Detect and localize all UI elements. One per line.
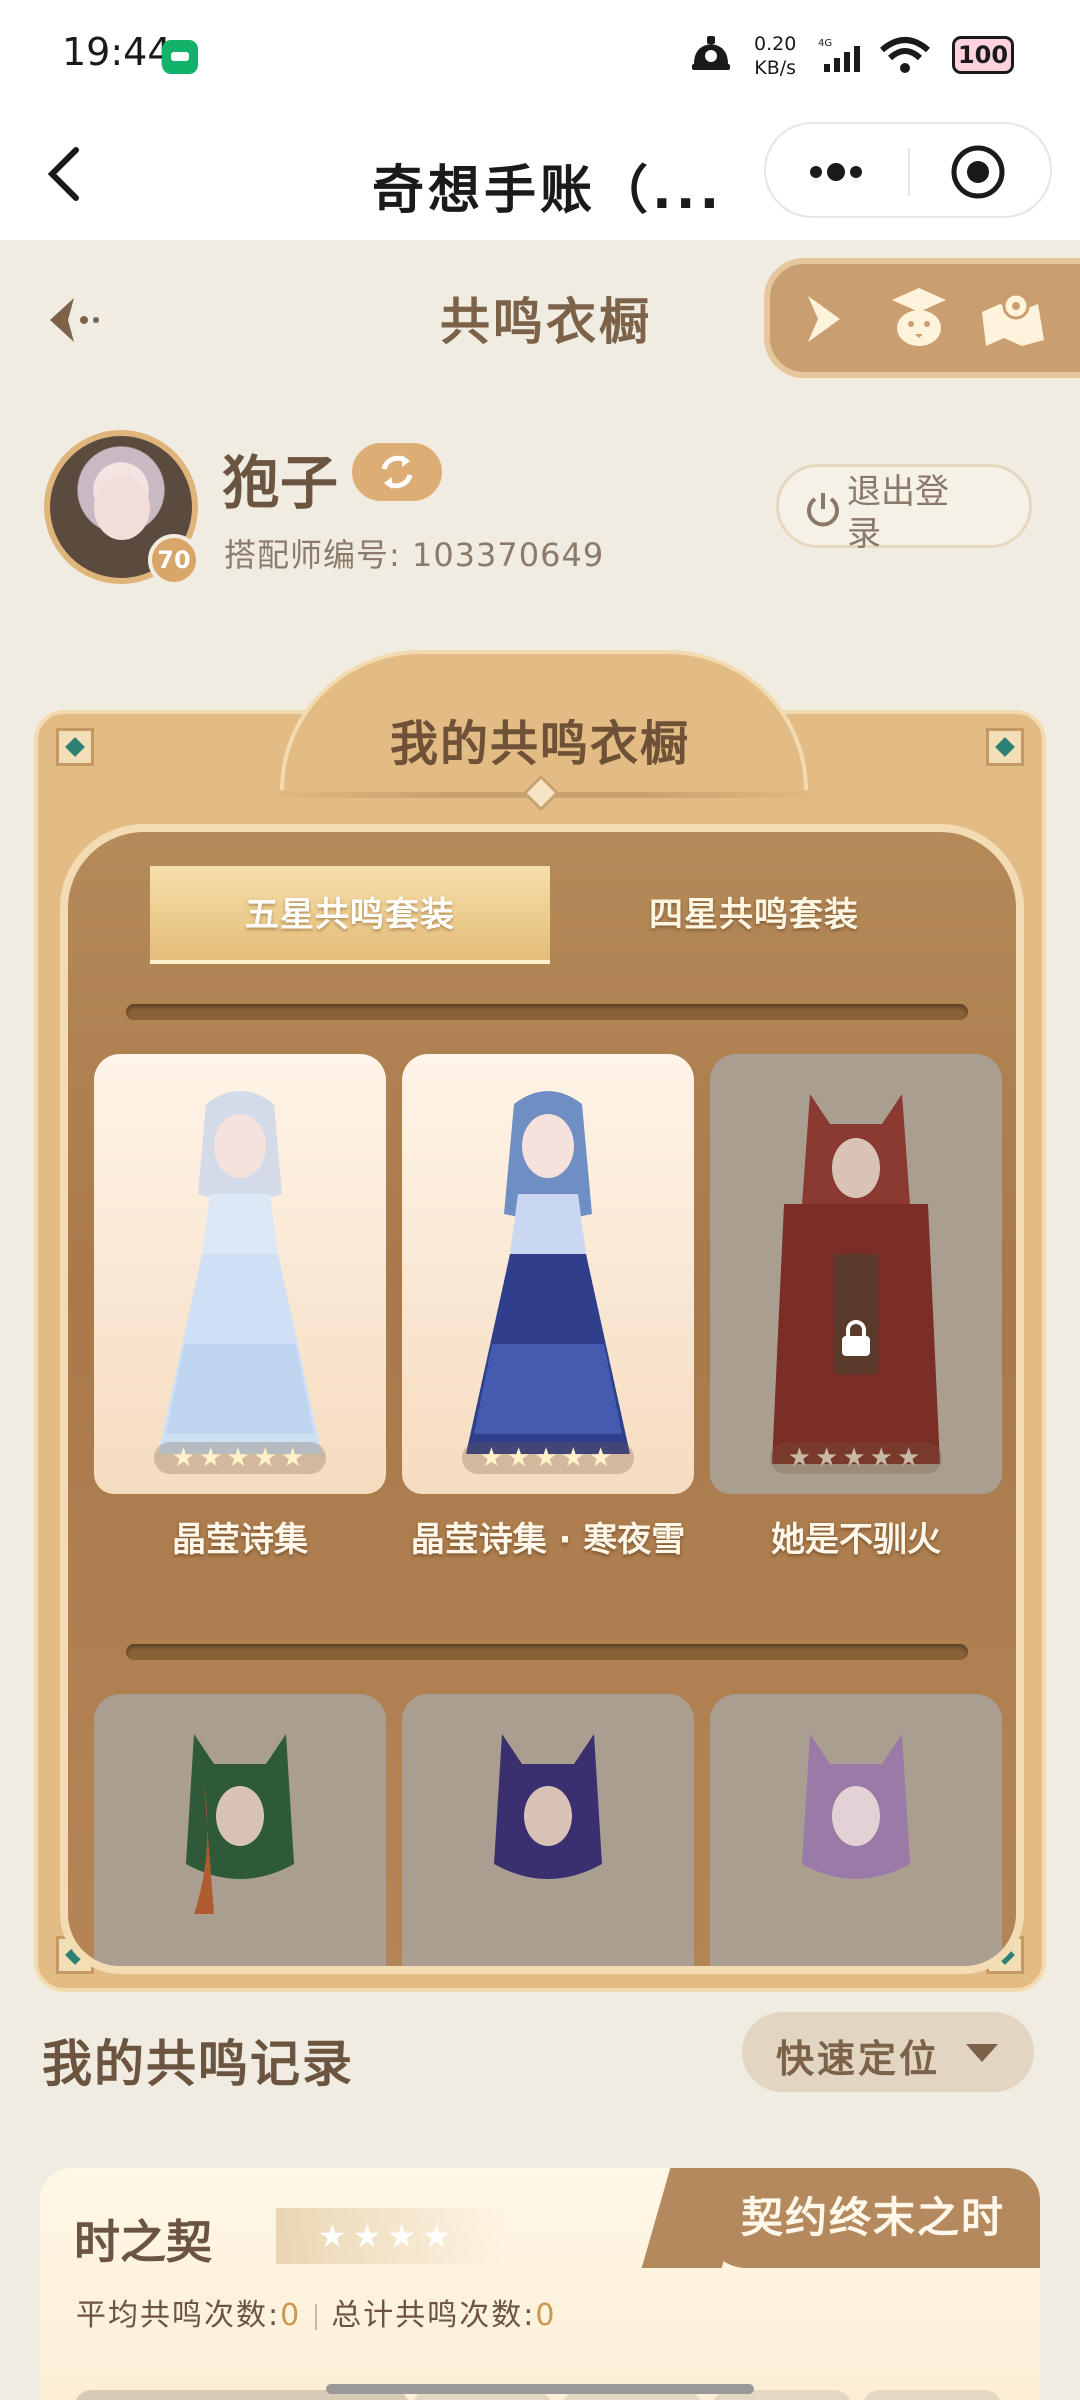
outfit-figure-image <box>466 1091 630 1454</box>
wardrobe-title: 我的共鸣衣橱 <box>389 716 690 772</box>
records-title: 我的共鸣记录 <box>42 2035 354 2093</box>
capsule-menu <box>764 122 1052 218</box>
shelf-divider <box>126 1644 968 1660</box>
shelf-divider <box>126 1004 968 1020</box>
home-indicator[interactable] <box>326 2384 754 2394</box>
outfit-figure-image <box>802 1734 910 1879</box>
power-icon <box>807 493 839 527</box>
outfit-card-locked[interactable] <box>710 1694 1002 1966</box>
mini-program-title-bar: 奇想手账（... <box>0 112 1080 240</box>
stats-divider <box>315 2303 318 2330</box>
user-level-badge: 70 <box>148 534 200 586</box>
star-rating: ★★★★★ <box>154 1442 326 1474</box>
status-bar: 19:44 0.20 KB/s 4G 100 <box>0 0 1080 112</box>
wifi-icon <box>880 37 930 73</box>
record-star-rating: ★★★★ <box>276 2208 506 2264</box>
corner-ornament <box>56 728 94 766</box>
outfit-figure-image <box>494 1734 602 1879</box>
outfit-name: 晶莹诗集 · 寒夜雪 <box>410 1520 686 1560</box>
quick-locate-button[interactable]: 快速定位 <box>742 2012 1034 2092</box>
outfit-name: 她是不驯火 <box>771 1520 941 1560</box>
corner-ornament <box>986 728 1024 766</box>
chevron-down-icon <box>966 2044 998 2062</box>
swap-icon <box>381 455 413 489</box>
map-icon[interactable] <box>978 288 1048 348</box>
main-content: 共鸣衣橱 70 狍子 搭配师编号: 103370649 退出登录 我的共鸣衣橱 … <box>0 240 1080 2400</box>
wardrobe-page-title: 共鸣衣橱 <box>440 293 652 351</box>
outfit-figure-image <box>186 1734 294 1914</box>
logout-label: 退出登录 <box>847 472 949 554</box>
quick-locate-label: 快速定位 <box>776 2037 941 2081</box>
battery-indicator: 100 <box>952 36 1014 74</box>
page-title: 奇想手账（... <box>372 161 724 221</box>
lock-icon <box>842 1320 870 1356</box>
outfit-figure-image <box>158 1091 322 1454</box>
record-card[interactable]: 契约终末之时 时之契 ★★★★ 平均共鸣次数:0 总计共鸣次数:0 <box>40 2168 1040 2400</box>
net-speed-value: 0.20 <box>754 33 797 55</box>
alarm-icon <box>692 36 730 70</box>
outfit-card-locked[interactable] <box>402 1694 694 1966</box>
net-speed-unit: KB/s <box>754 57 797 79</box>
stylist-id: 搭配师编号: 103370649 <box>224 536 605 574</box>
signal-icon: 4G <box>818 38 860 72</box>
star-rating: ★★★★★ <box>462 1442 634 1474</box>
tab-five-star-sets[interactable]: 五星共鸣套装 <box>150 866 550 964</box>
avg-label: 平均共鸣次数: <box>76 2298 281 2333</box>
more-dots-icon[interactable] <box>796 144 876 200</box>
back-arrow-icon[interactable] <box>40 142 90 206</box>
outfit-figure-image <box>772 1094 940 1464</box>
total-value: 0 <box>535 2298 557 2333</box>
tutor-icon[interactable] <box>886 284 952 350</box>
avg-value: 0 <box>280 2298 302 2333</box>
record-thumbnail[interactable] <box>862 2390 1002 2400</box>
outfit-card-locked[interactable]: ★★★★★ <box>710 1054 1002 1494</box>
avatar-face <box>94 476 150 540</box>
record-name: 时之契 <box>74 2215 212 2269</box>
play-arrow-icon[interactable] <box>800 292 846 346</box>
user-name: 狍子 <box>222 449 339 517</box>
star-rating: ★★★★★ <box>770 1442 942 1474</box>
record-stats: 平均共鸣次数:0 总计共鸣次数:0 <box>76 2290 556 2334</box>
network-type: 4G <box>818 38 832 49</box>
outfit-card[interactable]: ★★★★★ <box>94 1054 386 1494</box>
capsule-divider <box>908 148 910 196</box>
record-pool-tab[interactable]: 契约终末之时 <box>706 2168 1040 2268</box>
header-shortcuts <box>764 258 1080 378</box>
wardrobe-panel: 我的共鸣衣橱 五星共鸣套装 四星共鸣套装 ★★★★★ ★★★★★ ★★★★★ 晶… <box>34 650 1046 1992</box>
status-time: 19:44 <box>62 30 172 74</box>
record-pool-label: 契约终末之时 <box>740 2193 1005 2242</box>
total-label: 总计共鸣次数: <box>331 2298 536 2333</box>
net-speed: 0.20 KB/s <box>754 32 796 80</box>
wardrobe-cabinet: 五星共鸣套装 四星共鸣套装 ★★★★★ ★★★★★ ★★★★★ 晶莹诗集 晶莹诗… <box>60 824 1024 1974</box>
outfit-name: 晶莹诗集 <box>172 1520 308 1560</box>
outfit-card[interactable]: ★★★★★ <box>402 1054 694 1494</box>
fancy-back-icon[interactable] <box>40 292 100 348</box>
wechat-notification-icon <box>162 40 198 74</box>
logout-button[interactable]: 退出登录 <box>776 464 1032 554</box>
tab-four-star-sets[interactable]: 四星共鸣套装 <box>554 866 954 964</box>
outfit-card-locked[interactable] <box>94 1694 386 1966</box>
mini-program-target-icon[interactable] <box>950 144 1006 200</box>
switch-account-button[interactable] <box>352 443 442 501</box>
